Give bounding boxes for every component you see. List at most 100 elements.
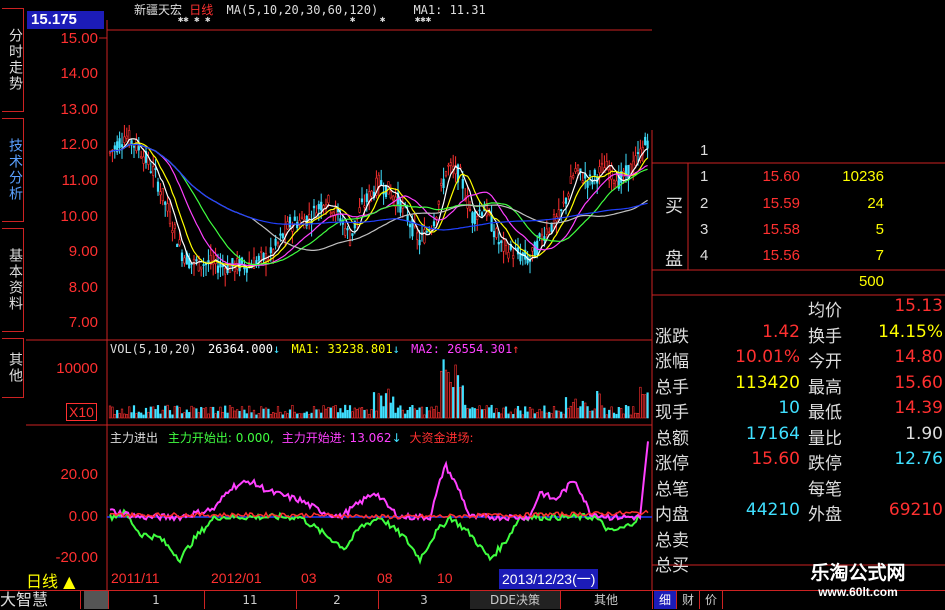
candle-body: [269, 247, 272, 254]
candle-body: [629, 163, 632, 174]
volume-bar: [252, 409, 256, 419]
volume-bar: [336, 412, 340, 419]
candle-body: [598, 166, 601, 174]
volume-bar: [632, 406, 635, 419]
volume-bar: [584, 402, 587, 419]
volume-bar: [238, 411, 241, 419]
ob-vol: 7: [875, 247, 884, 264]
volume-bar: [200, 406, 203, 419]
volume-bar: [298, 413, 301, 419]
stat-label: 今开: [808, 352, 842, 372]
volume-bar: [346, 410, 349, 419]
ma10-line: [109, 142, 649, 268]
volume-bar: [207, 413, 210, 419]
ob-vol: 500: [858, 273, 884, 290]
volume-bar: [240, 406, 244, 419]
candle-body: [317, 204, 320, 210]
tab-switch[interactable]: [84, 591, 109, 609]
volume-bar: [562, 413, 565, 419]
volume-bar: [586, 406, 589, 419]
volume-bar: [466, 408, 469, 419]
volume-bar: [166, 404, 169, 419]
candle-body: [125, 135, 128, 139]
ob-price[interactable]: 15.59: [738, 195, 800, 212]
stat-label: 每笔: [808, 479, 842, 500]
stat-label: 总额: [655, 428, 689, 449]
period-switch[interactable]: 日线 ▲: [26, 568, 75, 592]
volume-bar: [629, 414, 632, 419]
volume-bar: [142, 414, 145, 419]
volume-bar: [353, 407, 356, 419]
right-tab-price[interactable]: 价: [700, 591, 723, 609]
candle-body: [176, 244, 179, 248]
volume-bar: [596, 390, 599, 419]
volume-bar: [185, 409, 188, 419]
stat-value: 113420: [735, 372, 800, 393]
stat-value: 15.60: [751, 449, 800, 469]
candle-body: [519, 253, 522, 262]
kline-chart[interactable]: [0, 0, 945, 609]
bottom-tab[interactable]: 3: [378, 591, 471, 609]
volume-bar: [502, 407, 505, 419]
stat-label: 现手: [655, 403, 689, 423]
candle-body: [495, 228, 498, 238]
volume-bar: [420, 406, 424, 419]
volume-bar: [418, 407, 421, 419]
vol-scale-button[interactable]: X10: [66, 403, 97, 421]
bottom-tab[interactable]: 其他: [560, 591, 653, 609]
volume-header: VOL(5,10,20) 26364.000↓ MA1: 33238.801↓ …: [110, 342, 520, 356]
candle-body: [370, 190, 373, 197]
indicator-name[interactable]: 主力进出: [110, 431, 158, 445]
volume-bar: [384, 393, 388, 419]
candle-body: [588, 174, 592, 177]
candle-body: [442, 178, 445, 188]
vol-label: VOL(5,10,20): [110, 342, 197, 356]
volume-bar: [312, 406, 316, 419]
volume-bar: [324, 408, 328, 419]
candle-body: [183, 257, 186, 264]
stat-label: 换手: [808, 326, 842, 347]
stat-value: 15.60: [894, 372, 943, 393]
candle-body: [123, 136, 126, 143]
bottom-tab[interactable]: 2: [296, 591, 379, 609]
volume-bar: [310, 412, 313, 419]
stat-label: 总手: [655, 377, 689, 398]
volume-bar: [281, 414, 284, 419]
stat-label: 内盘: [655, 505, 689, 525]
volume-bar: [156, 405, 160, 419]
volume-bar: [516, 405, 520, 419]
volume-bar: [497, 412, 500, 419]
watermark-title: 乐淘公式网: [810, 562, 906, 584]
ob-idx: 2: [700, 195, 709, 212]
right-tab-finance[interactable]: 财: [677, 591, 700, 609]
volume-bar: [608, 409, 611, 419]
candle-body: [300, 216, 304, 219]
stat-value: 12.76: [894, 449, 943, 469]
volume-bar: [521, 414, 524, 419]
ob-price[interactable]: 15.60: [738, 168, 800, 185]
volume-bar: [164, 405, 167, 419]
volume-bar: [432, 409, 436, 419]
vol-ma1: MA1: 33238.801: [291, 342, 393, 356]
volume-bar: [135, 413, 138, 419]
bottom-tab[interactable]: 1: [108, 591, 205, 609]
volume-bar: [216, 410, 220, 419]
bottom-tab[interactable]: 11: [204, 591, 297, 609]
candle-body: [507, 252, 510, 259]
volume-bar: [526, 411, 529, 419]
volume-bar: [262, 408, 265, 419]
candle-body: [346, 228, 349, 231]
volume-bar: [507, 413, 510, 419]
volume-bar: [130, 412, 133, 419]
right-tab-detail[interactable]: 细: [654, 591, 677, 609]
candle-body: [120, 144, 124, 148]
ob-price[interactable]: 15.56: [738, 247, 800, 264]
volume-bar: [233, 410, 236, 419]
candle-body: [154, 168, 157, 170]
candle-body: [471, 212, 474, 224]
volume-bar: [332, 406, 335, 419]
date-tick: 03: [301, 570, 317, 586]
candle-body: [512, 255, 515, 259]
ob-price[interactable]: 15.58: [738, 221, 800, 238]
bottom-tab-dde[interactable]: DDE决策: [470, 591, 561, 609]
